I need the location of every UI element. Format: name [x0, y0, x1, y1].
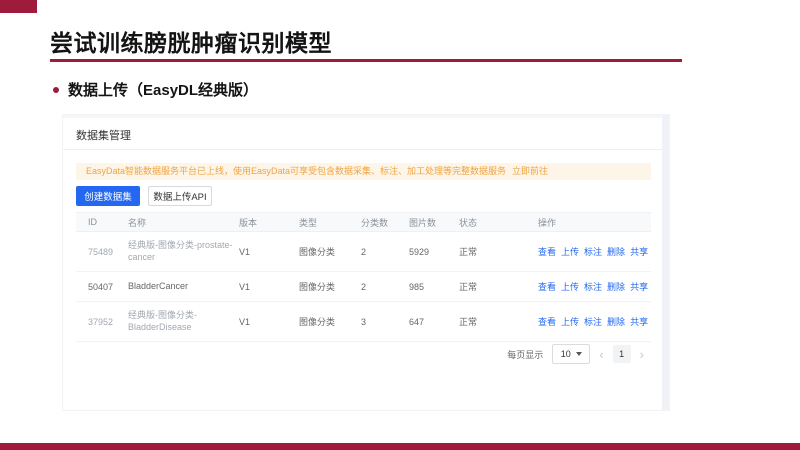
dataset-id: 37952 [88, 316, 114, 327]
col-header-name: 名称 [128, 217, 147, 228]
dataset-classes: 2 [361, 246, 367, 257]
dataset-classes: 3 [361, 316, 367, 327]
table-header-row: ID 名称 版本 类型 分类数 图片数 状态 操作 [76, 212, 651, 232]
dataset-images: 647 [409, 316, 425, 327]
table-row: 75489 经典版-图像分类-prostate- cancer V1 图像分类 … [76, 232, 651, 272]
col-header-classes: 分类数 [361, 217, 389, 228]
easydata-notice-banner: EasyData智能数据服务平台已上线，使用EasyData可享受包含数据采集、… [76, 163, 651, 180]
dataset-type: 图像分类 [299, 247, 336, 257]
action-delete-link[interactable]: 删除 [607, 280, 625, 293]
notice-go-link[interactable]: 立即前往 [512, 166, 548, 176]
action-annotate-link[interactable]: 标注 [584, 315, 602, 328]
dataset-classes: 2 [361, 281, 367, 292]
upload-api-button[interactable]: 数据上传API [148, 186, 212, 206]
create-dataset-button[interactable]: 创建数据集 [76, 186, 140, 206]
slide: 尝试训练膀胱肿瘤识别模型 数据上传（EasyDL经典版） 数据集管理 EasyD… [0, 0, 800, 450]
page-title: 尝试训练膀胱肿瘤识别模型 [50, 30, 332, 56]
action-upload-link[interactable]: 上传 [561, 245, 579, 258]
dataset-name: BladderCancer [128, 280, 189, 291]
prev-page-button[interactable]: ‹ [599, 348, 603, 361]
action-upload-link[interactable]: 上传 [561, 280, 579, 293]
page-size-value: 10 [560, 349, 571, 359]
dataset-table: ID 名称 版本 类型 分类数 图片数 状态 操作 75489 经典版-图像分类… [76, 212, 651, 342]
dataset-name-line1: 经典版-图像分类- [128, 309, 197, 320]
status-badge: 正常 [459, 247, 478, 257]
table-row: 37952 经典版-图像分类- BladderDisease V1 图像分类 3… [76, 302, 651, 342]
col-header-type: 类型 [299, 217, 318, 228]
col-header-images: 图片数 [409, 217, 437, 228]
col-header-id: ID [88, 217, 97, 227]
action-annotate-link[interactable]: 标注 [584, 280, 602, 293]
action-view-link[interactable]: 查看 [538, 315, 556, 328]
page-number-button[interactable]: 1 [612, 345, 631, 363]
row-actions: 查看 上传 标注 删除 共享 [538, 315, 651, 328]
action-delete-link[interactable]: 删除 [607, 315, 625, 328]
table-row: 50407 BladderCancer V1 图像分类 2 985 正常 查看 … [76, 272, 651, 302]
action-upload-link[interactable]: 上传 [561, 315, 579, 328]
action-view-link[interactable]: 查看 [538, 245, 556, 258]
bullet-item: 数据上传（EasyDL经典版） [53, 79, 258, 100]
pagination: 每页显示 10 ‹ 1 › [507, 343, 644, 365]
col-header-version: 版本 [239, 217, 258, 228]
col-header-status: 状态 [459, 217, 478, 228]
bullet-text: 数据上传（EasyDL经典版） [68, 82, 259, 99]
header-divider [63, 149, 662, 150]
action-annotate-link[interactable]: 标注 [584, 245, 602, 258]
dataset-type: 图像分类 [299, 317, 336, 327]
dataset-id: 75489 [88, 246, 114, 257]
action-share-link[interactable]: 共享 [630, 245, 648, 258]
dataset-name-line1: 经典版-图像分类-prostate- [128, 239, 233, 250]
dataset-images: 985 [409, 281, 425, 292]
page-size-label: 每页显示 [507, 349, 544, 360]
col-header-actions: 操作 [538, 217, 557, 228]
dataset-name-line2: cancer [128, 251, 156, 262]
easydl-console-screenshot: 数据集管理 EasyData智能数据服务平台已上线，使用EasyData可享受包… [62, 114, 670, 411]
action-view-link[interactable]: 查看 [538, 280, 556, 293]
dataset-images: 5929 [409, 246, 430, 257]
status-badge: 正常 [459, 317, 478, 327]
dataset-name: 经典版-图像分类- BladderDisease [128, 310, 239, 333]
row-actions: 查看 上传 标注 删除 共享 [538, 280, 651, 293]
slide-corner-accent [0, 0, 37, 13]
dataset-type: 图像分类 [299, 282, 336, 292]
status-badge: 正常 [459, 282, 478, 292]
console-page-title: 数据集管理 [76, 130, 131, 142]
action-share-link[interactable]: 共享 [630, 280, 648, 293]
dataset-version: V1 [239, 281, 251, 292]
dataset-name-line2: BladderDisease [128, 321, 192, 332]
notice-text: EasyData智能数据服务平台已上线，使用EasyData可享受包含数据采集、… [86, 166, 507, 176]
dataset-version: V1 [239, 316, 251, 327]
title-underline [50, 59, 682, 62]
page-size-select[interactable]: 10 [552, 344, 591, 364]
page-scroll-gutter [662, 115, 669, 410]
row-actions: 查看 上传 标注 删除 共享 [538, 245, 651, 258]
dataset-version: V1 [239, 246, 251, 257]
console-top-strip [63, 115, 669, 118]
action-delete-link[interactable]: 删除 [607, 245, 625, 258]
dataset-name: 经典版-图像分类-prostate- cancer [128, 240, 239, 263]
slide-bottom-accent [0, 443, 800, 450]
chevron-down-icon [575, 352, 582, 356]
next-page-button[interactable]: › [640, 348, 644, 361]
dataset-id: 50407 [88, 281, 114, 292]
bullet-icon [53, 86, 59, 93]
toolbar: 创建数据集 数据上传API [76, 186, 212, 206]
action-share-link[interactable]: 共享 [630, 315, 648, 328]
